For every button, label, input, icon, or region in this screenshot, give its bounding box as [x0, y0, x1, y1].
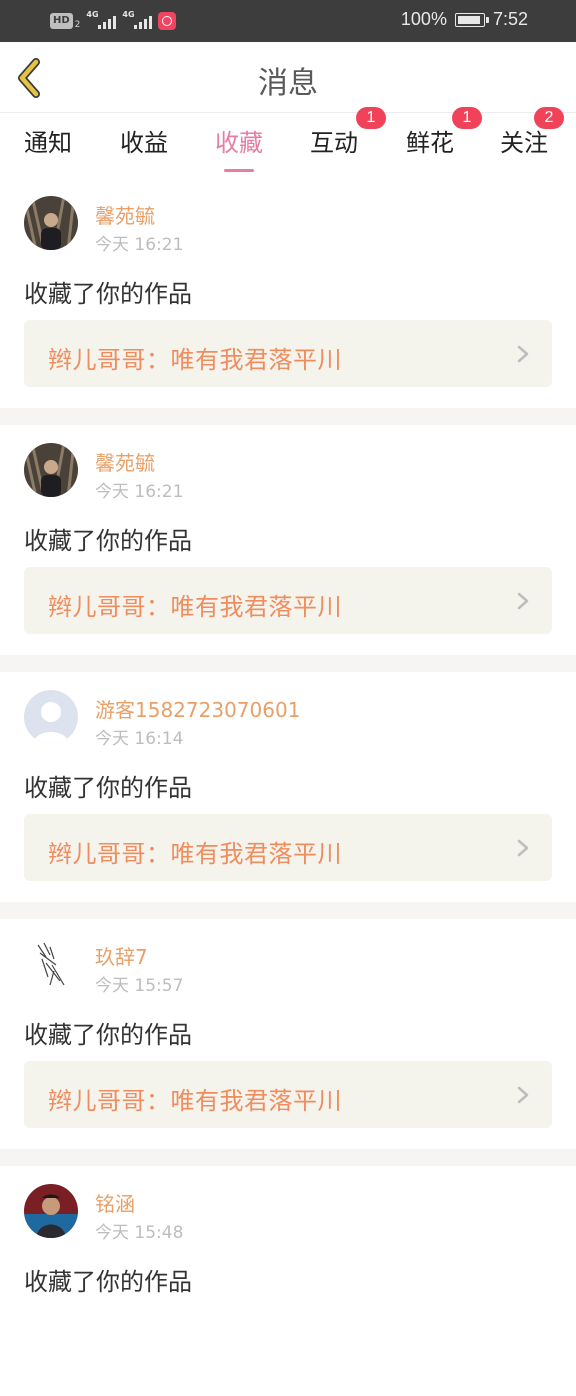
tab-flowers[interactable]: 鲜花 1 [406, 107, 482, 158]
avatar[interactable] [24, 443, 78, 497]
tab-bar: 通知 收益 收藏 互动 1 鲜花 1 关注 2 [0, 107, 576, 172]
divider [0, 655, 576, 672]
work-link[interactable]: 辫儿哥哥：唯有我君落平川 [24, 567, 552, 634]
battery-icon [454, 12, 489, 27]
unread-badge: 1 [356, 107, 386, 129]
user-name[interactable]: 铭涵 [95, 1188, 135, 1217]
avatar[interactable] [24, 937, 78, 991]
chevron-right-icon [517, 345, 529, 363]
work-title: 辫儿哥哥：唯有我君落平川 [48, 1087, 342, 1115]
tab-label: 收藏 [215, 129, 263, 157]
action-text: 收藏了你的作品 [24, 527, 192, 555]
work-title: 辫儿哥哥：唯有我君落平川 [48, 593, 342, 621]
network-type-label-2: 4G [122, 10, 135, 19]
work-link[interactable]: 辫儿哥哥：唯有我君落平川 [24, 1061, 552, 1128]
work-title: 辫儿哥哥：唯有我君落平川 [48, 346, 342, 374]
unread-badge: 1 [452, 107, 482, 129]
hd-sub-label: 2 [74, 20, 81, 30]
tab-label: 关注 [500, 129, 548, 157]
hd-voice-icon: HD [50, 13, 73, 29]
status-bar: HD 2 4G 4G 100% 7:52 [0, 0, 576, 42]
list-item: 馨苑毓 今天 16:21 收藏了你的作品 辫儿哥哥：唯有我君落平川 [0, 178, 576, 408]
list-item: 玖辞7 今天 15:57 收藏了你的作品 辫儿哥哥：唯有我君落平川 [0, 919, 576, 1149]
user-name[interactable]: 游客1582723070601 [95, 694, 300, 723]
timestamp: 今天 16:21 [95, 235, 184, 255]
clock: 7:52 [492, 9, 528, 29]
work-link[interactable]: 辫儿哥哥：唯有我君落平川 [24, 320, 552, 387]
action-text: 收藏了你的作品 [24, 774, 192, 802]
battery-percent: 100% [400, 9, 447, 29]
work-title: 辫儿哥哥：唯有我君落平川 [48, 840, 342, 868]
page-title: 消息 [258, 66, 318, 101]
top-bar: 消息 [0, 42, 576, 113]
user-name[interactable]: 馨苑毓 [95, 447, 155, 476]
tab-label: 通知 [24, 129, 72, 157]
tab-follows[interactable]: 关注 2 [500, 107, 564, 158]
signal-icon-2: 4G [122, 10, 153, 31]
divider [0, 902, 576, 919]
action-text: 收藏了你的作品 [24, 280, 192, 308]
app-notification-icon [158, 12, 177, 30]
timestamp: 今天 16:21 [95, 482, 184, 502]
active-tab-indicator [224, 169, 254, 172]
tab-favorites[interactable]: 收藏 [215, 123, 263, 172]
divider [0, 1149, 576, 1166]
tab-label: 鲜花 [406, 129, 454, 157]
list-item: 游客1582723070601 今天 16:14 收藏了你的作品 辫儿哥哥：唯有… [0, 672, 576, 902]
work-link[interactable]: 辫儿哥哥：唯有我君落平川 [24, 814, 552, 881]
tab-label: 收益 [120, 129, 168, 157]
chevron-right-icon [517, 1086, 529, 1104]
timestamp: 今天 15:48 [95, 1223, 184, 1243]
chevron-right-icon [517, 839, 529, 857]
avatar[interactable] [24, 196, 78, 250]
timestamp: 今天 16:14 [95, 729, 184, 749]
action-text: 收藏了你的作品 [24, 1021, 192, 1049]
list-item: 馨苑毓 今天 16:21 收藏了你的作品 辫儿哥哥：唯有我君落平川 [0, 425, 576, 655]
user-name[interactable]: 玖辞7 [95, 941, 148, 970]
favorites-feed: 馨苑毓 今天 16:21 收藏了你的作品 辫儿哥哥：唯有我君落平川 馨苑毓 今天… [0, 178, 576, 1396]
avatar[interactable] [24, 1184, 78, 1238]
chevron-right-icon [517, 592, 529, 610]
tab-notifications[interactable]: 通知 [24, 123, 72, 158]
user-name[interactable]: 馨苑毓 [95, 200, 155, 229]
unread-badge: 2 [534, 107, 564, 129]
tab-earnings[interactable]: 收益 [120, 123, 168, 158]
tab-label: 互动 [310, 129, 358, 157]
divider [0, 408, 576, 425]
default-avatar-icon[interactable] [24, 690, 78, 744]
signal-icon: 4G [86, 10, 117, 31]
tab-interactions[interactable]: 互动 1 [310, 107, 386, 158]
timestamp: 今天 15:57 [95, 976, 184, 996]
list-item: 铭涵 今天 15:48 收藏了你的作品 [0, 1166, 576, 1396]
network-type-label: 4G [86, 10, 99, 19]
